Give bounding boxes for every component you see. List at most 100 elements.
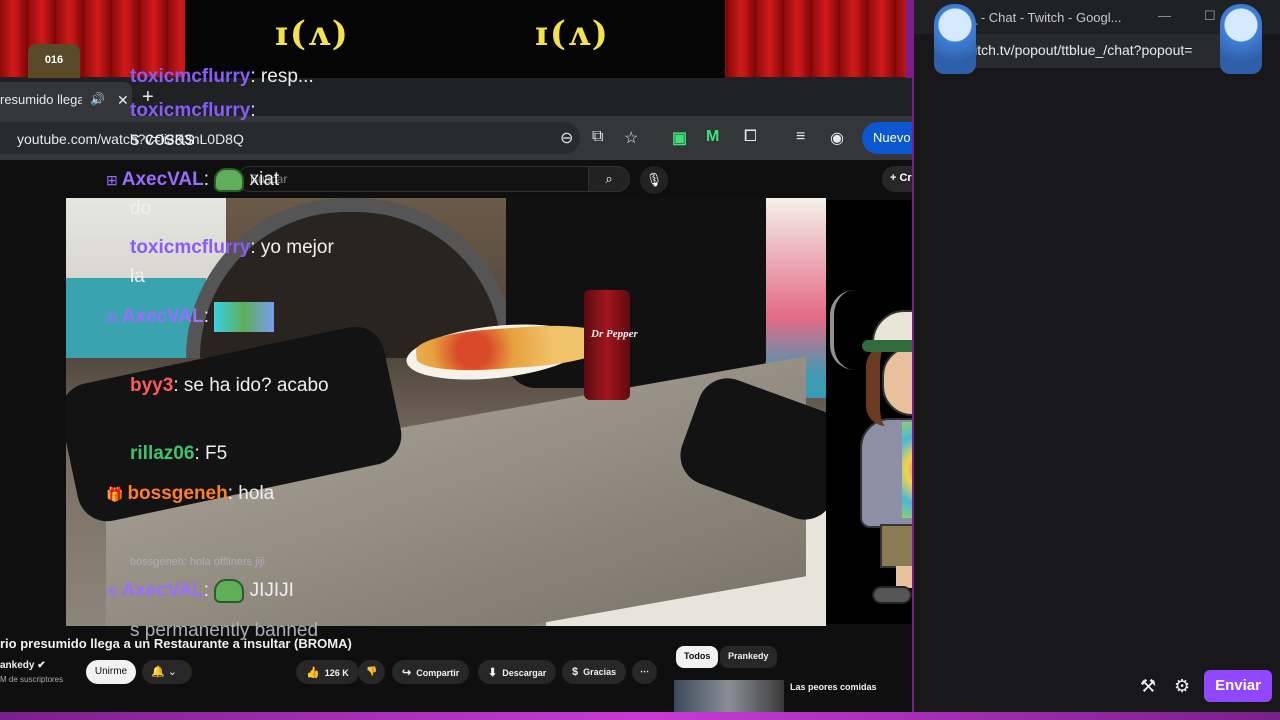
subscriber-badge-icon: ⊞ [106, 172, 118, 188]
twitch-chat-window: _ - Chat - Twitch - Googl... — ☐ witch.t… [912, 0, 1280, 712]
subscription-bell-button[interactable]: 🔔 ⌄ [142, 660, 192, 684]
thumbs-down-icon: 👎 [366, 666, 378, 676]
chat-message-list: toxicmcflurry: resp... toxicmcflurry: s … [106, 62, 368, 662]
microphone-icon[interactable]: 🎙 [640, 166, 668, 194]
chat-text: hola [233, 483, 275, 504]
chat-text: yo mejor [255, 237, 334, 258]
chip-channel[interactable]: Prankedy [720, 646, 777, 668]
chat-text: s cosas [130, 129, 195, 150]
chat-message-continuation: la [130, 262, 145, 291]
chat-text: s permanently banned [130, 620, 319, 641]
chat-separator: : [250, 100, 256, 121]
bookmark-star-icon[interactable]: ☆ [624, 128, 638, 148]
mod-tools-icon[interactable]: ⚒ [1140, 676, 1156, 697]
twitch-minimize-button[interactable]: — [1158, 8, 1171, 23]
share-label: Compartir [416, 668, 460, 678]
channel-subscribers: M de suscriptores [0, 675, 64, 684]
twitch-url: witch.tv/popout/ttblue_/chat?popout= [964, 42, 1193, 58]
browser-tab-youtube[interactable]: resumido llega 🔊 ✕ [0, 82, 132, 116]
download-icon: ⬇ [488, 667, 498, 679]
pepe-emote-icon [214, 167, 245, 192]
character-shoe-left [872, 586, 912, 604]
chat-username[interactable]: AxecVAL [122, 306, 204, 327]
overlay-smurf-right [1220, 4, 1262, 74]
extensions-puzzle-icon[interactable]: ⧠ [744, 128, 757, 146]
chat-text: JIJIJI [244, 580, 294, 601]
extension-icon-green[interactable]: ▣ [672, 128, 687, 148]
cat-avatar-badge: 016 [28, 44, 80, 80]
chat-username[interactable]: toxicmcflurry [130, 66, 250, 87]
overlay-decoration-right: ɪ(ʌ) [535, 14, 610, 54]
chat-message: 🎁 bossgeneh: hola [106, 479, 274, 509]
share-icon: ↪ [402, 667, 412, 679]
chat-message-continuation: s cosas [130, 125, 194, 154]
download-button[interactable]: ⬇ Descargar [478, 660, 557, 684]
character-leg-left [896, 566, 912, 588]
pepe-wide-emote-icon [214, 302, 275, 332]
screen: ɪ(ʌ) ɪ(ʌ) 016 resumido llega 🔊 ✕ + — ☐ ✕… [0, 0, 1280, 720]
chat-text: xiat [244, 169, 280, 190]
chat-separator: : [203, 169, 210, 190]
share-button[interactable]: ↪ Compartir [392, 660, 470, 684]
chat-text: F5 [199, 443, 228, 464]
recommended-title[interactable]: Las peores comidas [790, 682, 877, 692]
thanks-label: Gracias [583, 667, 617, 677]
extension-icon-m[interactable]: M [706, 128, 719, 146]
chat-message: ⊞ AxecVAL: [106, 302, 275, 332]
install-app-icon[interactable]: ⧉ [592, 128, 603, 146]
overlay-decoration-left: ɪ(ʌ) [275, 14, 350, 54]
zoom-icon[interactable]: ⊖ [560, 128, 573, 148]
chat-message: rillaz06: F5 [130, 439, 227, 468]
twitch-maximize-button[interactable]: ☐ [1204, 8, 1216, 24]
tab-title: resumido llega [0, 92, 82, 107]
close-tab-icon[interactable]: ✕ [117, 92, 129, 109]
chip-todos[interactable]: Todos [676, 646, 719, 668]
overlay-frame-bottom [0, 712, 1280, 720]
send-chat-button[interactable]: Enviar [1204, 670, 1272, 702]
chat-username[interactable]: AxecVAL [122, 169, 204, 190]
more-actions-button[interactable]: ⋯ [632, 660, 657, 684]
chat-username[interactable]: AxecVAL [122, 580, 204, 601]
chat-system-message: s permanently banned [130, 616, 318, 645]
join-button[interactable]: Unirme [86, 660, 136, 684]
chat-username[interactable]: toxicmcflurry [130, 100, 250, 121]
chat-settings-gear-icon[interactable]: ⚙ [1174, 676, 1190, 697]
like-button[interactable]: 👍 126 K [296, 660, 359, 684]
recommended-thumbnail[interactable] [674, 680, 784, 712]
chat-text: se ha ido? acabo [178, 375, 329, 396]
chat-separator: : [203, 306, 210, 328]
chat-message: toxicmcflurry: resp... [130, 62, 314, 91]
thumbs-up-icon: 👍 [306, 667, 320, 679]
soda-can-label: Dr Pepper [591, 328, 638, 340]
chat-message-continuation: do [130, 194, 151, 223]
chat-text: resp... [255, 66, 314, 87]
pepe-emote-icon [214, 578, 245, 603]
subscriber-badge-icon: ⊞ [106, 309, 118, 326]
profile-avatar-icon[interactable]: ◉ [830, 128, 844, 148]
chat-text: la [130, 266, 145, 287]
chat-username[interactable]: bossgeneh [127, 483, 227, 504]
video-scene-soda-can [584, 290, 630, 400]
chat-message: byy3: se ha ido? acabo [130, 371, 329, 400]
thanks-button[interactable]: $ Gracias [562, 660, 627, 684]
chat-text: do [130, 198, 152, 219]
chat-message: ⊞ AxecVAL: xiat [106, 165, 279, 195]
speaker-icon[interactable]: 🔊 [90, 92, 105, 106]
subscriber-badge-icon: ⊞ [106, 583, 118, 599]
dislike-button[interactable]: 👎 [358, 660, 386, 684]
chat-message: toxicmcflurry: yo mejor [130, 233, 334, 262]
media-control-icon[interactable]: ≡ [796, 128, 805, 146]
overlay-smurf-left [934, 4, 976, 74]
channel-name[interactable]: ankedy ✔ [0, 660, 46, 671]
search-icon[interactable]: ⌕ [588, 166, 630, 192]
gift-badge-icon: 🎁 [106, 486, 124, 502]
chat-username[interactable]: rillaz06 [130, 443, 194, 464]
chat-message: ⊞ AxecVAL: JIJIJI [106, 576, 294, 606]
chat-username[interactable]: byy3 [130, 375, 173, 396]
dollar-icon: $ [572, 666, 579, 678]
chat-offline-line: bossgeneh: hola offliners jiji [130, 556, 265, 568]
twitch-window-title: _ - Chat - Twitch - Googl... [970, 10, 1122, 25]
chat-username[interactable]: toxicmcflurry [130, 237, 250, 258]
download-label: Descargar [502, 668, 547, 678]
chat-message: toxicmcflurry: [130, 96, 256, 125]
